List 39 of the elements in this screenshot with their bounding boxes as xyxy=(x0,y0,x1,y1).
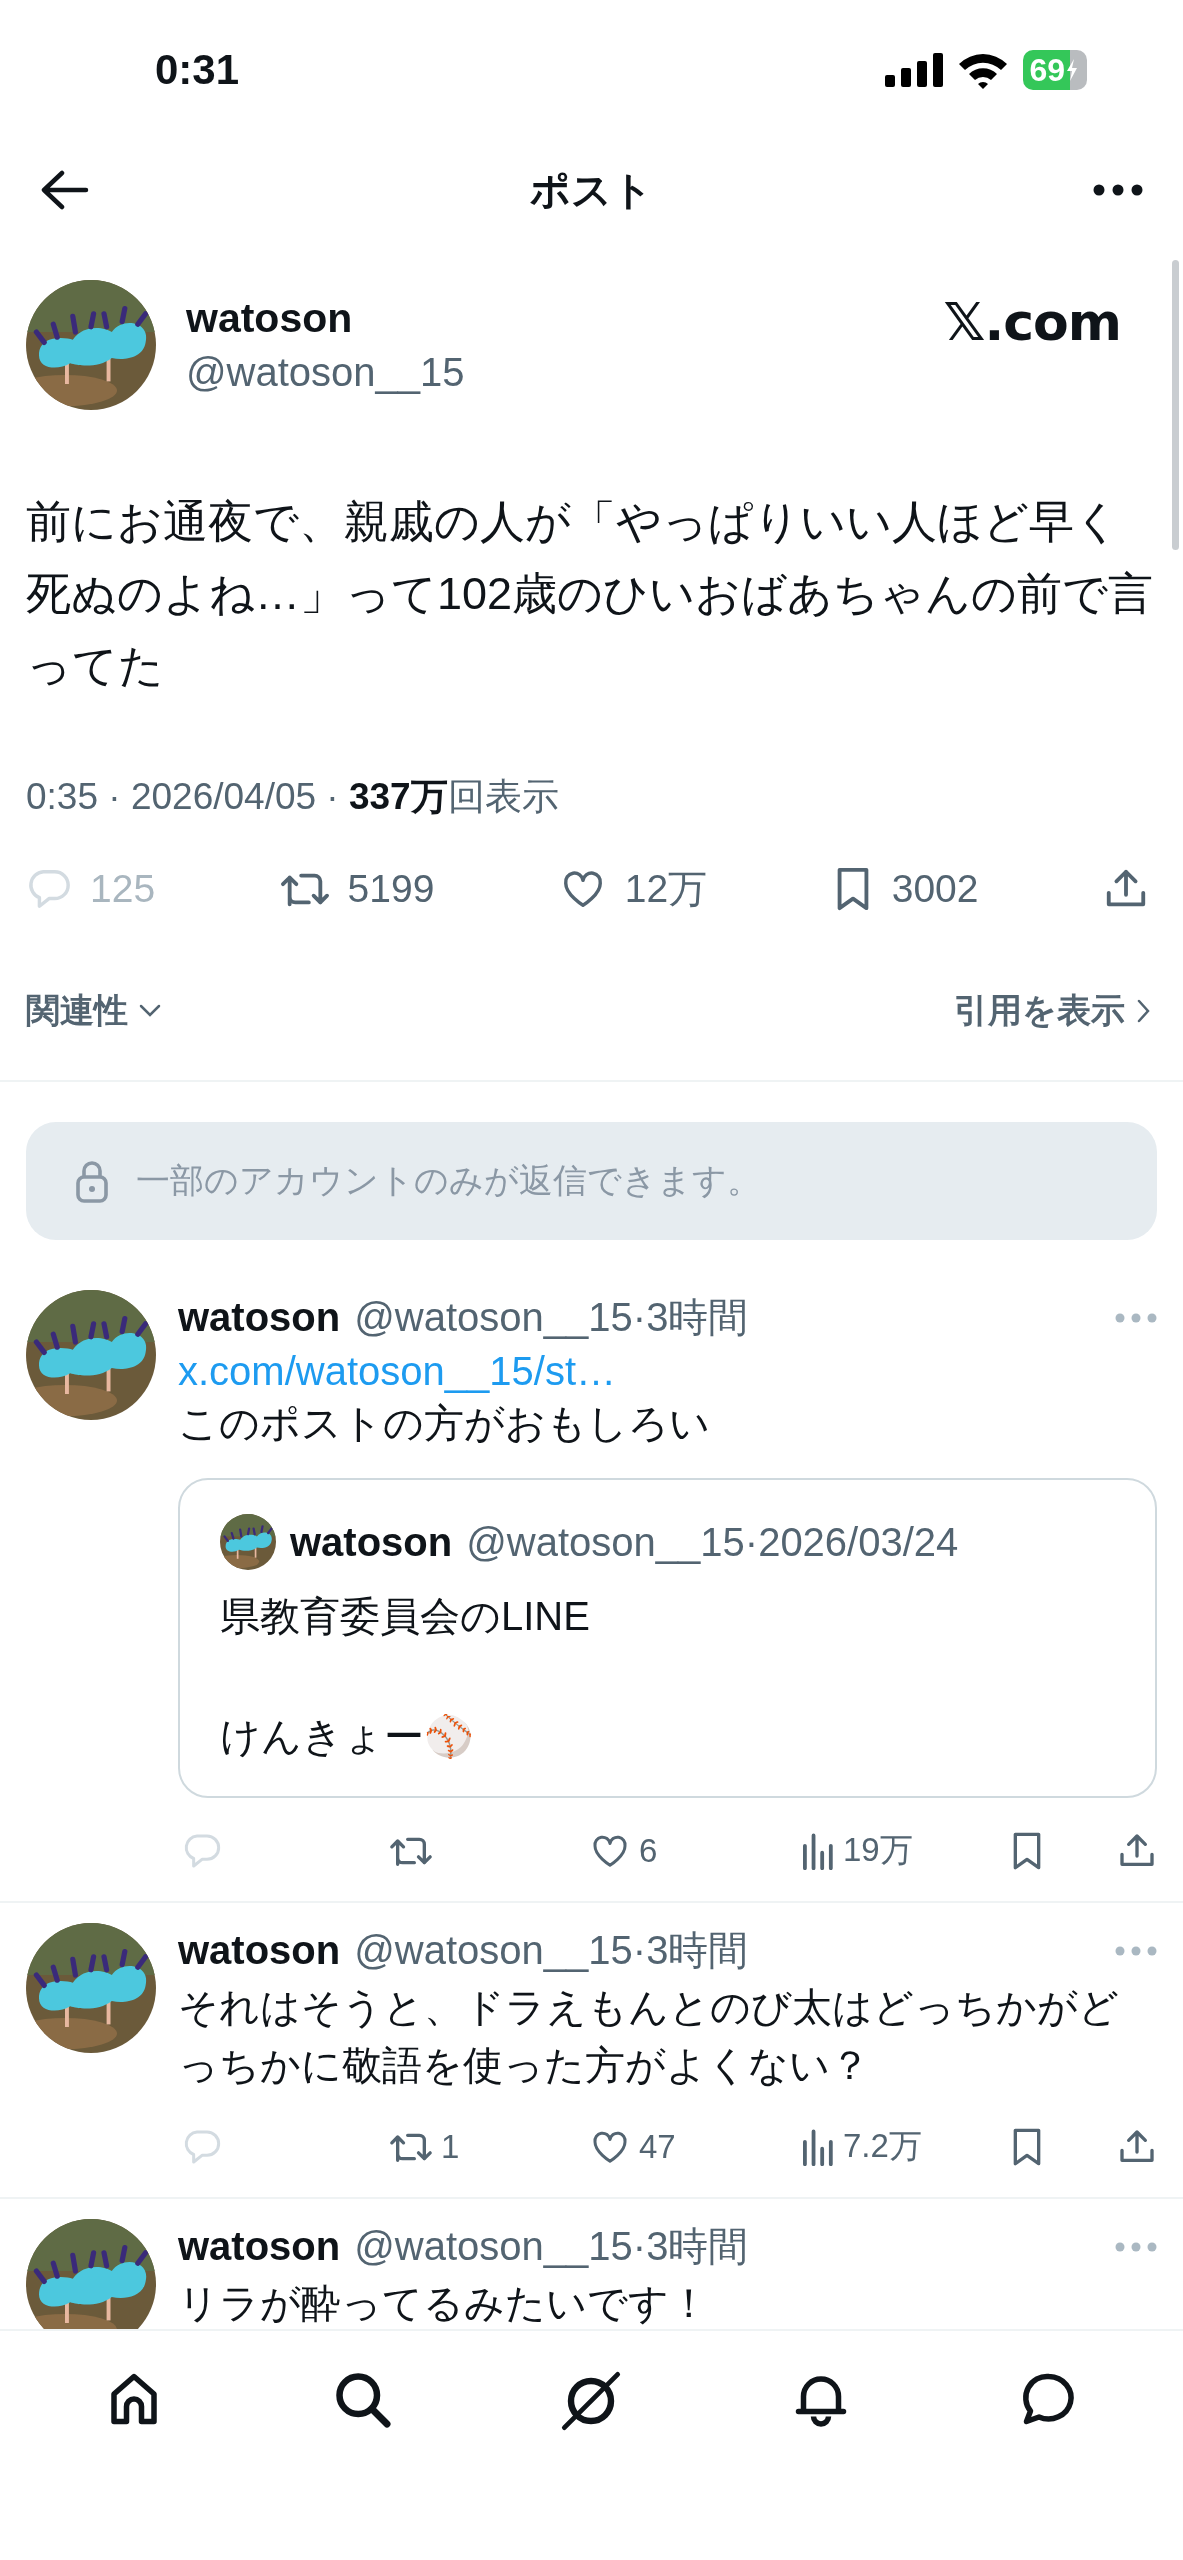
like-action[interactable]: 12万 xyxy=(558,862,708,916)
wifi-icon xyxy=(957,51,1010,89)
quoted-post[interactable]: watoson @watoson__15·2026/03/24 県教育委員会のLINE けんきょー⚾ xyxy=(178,1478,1157,1798)
notice-text: 一部のアカウントのみが返信できます。 xyxy=(136,1160,761,1201)
lock-icon xyxy=(74,1159,110,1203)
reply-meta: @watoson__15·3時間 xyxy=(354,2223,749,2270)
reply-text: このポストの方がおもしろい xyxy=(178,1400,711,1447)
charging-bolt-icon xyxy=(1065,59,1079,81)
signal-icon xyxy=(885,53,944,87)
status-time: 0:31 xyxy=(155,46,240,94)
reply-text: リラが酔ってるみたいです！ xyxy=(178,2280,710,2327)
reply-author-name[interactable]: watoson xyxy=(178,1295,341,1340)
post-meta: 0:35 · 2026/04/05 · 337万回表示 xyxy=(26,775,560,819)
retweet-action[interactable]: 1 xyxy=(389,2126,589,2167)
quoted-author-name: watoson xyxy=(290,1519,453,1565)
like-action[interactable]: 47 xyxy=(589,2126,799,2167)
view-quotes-link[interactable]: 引用を表示 xyxy=(954,988,1153,1034)
battery-level: 69 xyxy=(1029,51,1065,90)
views-action[interactable]: 7.2万 xyxy=(799,2124,1009,2169)
like-action[interactable]: 6 xyxy=(589,1830,799,1871)
chevron-down-icon xyxy=(138,1003,162,1019)
reply-meta: @watoson__15·3時間 xyxy=(354,1927,749,1974)
page-title: ポスト xyxy=(529,166,654,214)
author-handle[interactable]: @watoson__15 xyxy=(186,350,914,395)
quoted-meta: @watoson__15·2026/03/24 xyxy=(466,1519,959,1565)
back-arrow-icon[interactable] xyxy=(40,170,90,210)
views-action[interactable]: 19万 xyxy=(799,1828,1009,1873)
post-text: 前にお通夜で、親戚の人が「やっぱりいい人ほど早く死ぬのよね…」って102歳のひいおばあちゃんの前で言ってた xyxy=(26,495,1155,693)
source-label: 𝕏.com xyxy=(943,292,1121,352)
author-name[interactable]: watoson xyxy=(186,295,914,342)
reply-author-name[interactable]: watoson xyxy=(178,2224,341,2269)
quoted-text: 県教育委員会のLINE けんきょー⚾ xyxy=(220,1593,591,1761)
bookmark-action[interactable]: 3002 xyxy=(831,866,979,912)
retweet-action[interactable]: 5199 xyxy=(279,866,435,912)
reply-meta: @watoson__15·3時間 xyxy=(354,1294,749,1341)
reply-text: それはそうと、ドラえもんとのび太はどっちかがどっちかに敬語を使った方がよくない？ xyxy=(178,1984,1120,2089)
sort-dropdown[interactable]: 関連性 xyxy=(26,988,162,1034)
reply-author-name[interactable]: watoson xyxy=(178,1928,341,1973)
more-icon[interactable] xyxy=(1093,184,1143,196)
